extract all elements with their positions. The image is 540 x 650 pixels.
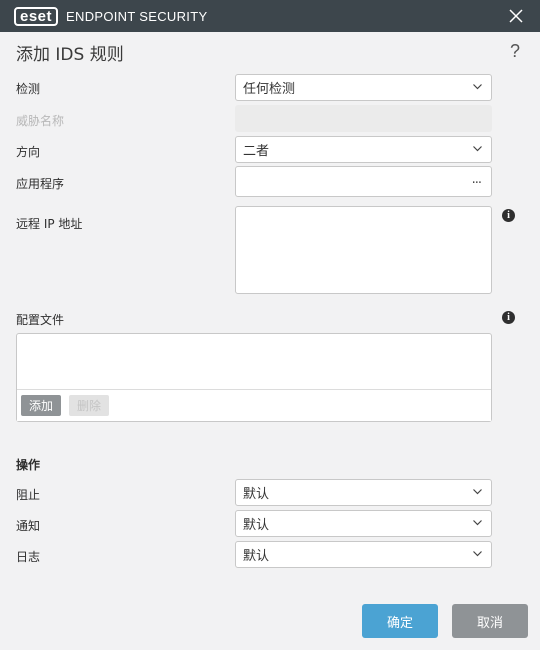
- actions-heading: 操作: [16, 458, 41, 472]
- detection-value: 任何检测: [243, 82, 296, 97]
- threat-name-label: 威胁名称: [16, 114, 65, 128]
- application-field[interactable]: ...: [235, 166, 492, 197]
- profiles-label: 配置文件: [16, 313, 65, 327]
- direction-value: 二者: [243, 144, 270, 159]
- profiles-list[interactable]: 添加 删除: [16, 333, 492, 422]
- add-profile-button[interactable]: 添加: [21, 395, 62, 416]
- app-title: ENDPOINT SECURITY: [66, 8, 208, 24]
- delete-profile-button: 删除: [69, 395, 110, 416]
- direction-label: 方向: [16, 145, 41, 159]
- eset-logo: eset: [14, 6, 59, 26]
- direction-select[interactable]: 二者: [235, 136, 492, 163]
- title-bar: eset ENDPOINT SECURITY: [0, 0, 540, 32]
- block-label: 阻止: [16, 488, 41, 502]
- application-label: 应用程序: [16, 177, 65, 191]
- dialog-title: 添加 IDS 规则: [16, 45, 124, 65]
- close-button[interactable]: [506, 6, 526, 26]
- chevron-down-icon: [473, 489, 482, 495]
- cancel-button[interactable]: 取消: [452, 604, 528, 638]
- chevron-down-icon: [473, 520, 482, 526]
- info-icon[interactable]: i: [502, 209, 515, 222]
- ok-button[interactable]: 确定: [362, 604, 438, 638]
- chevron-down-icon: [473, 146, 482, 152]
- log-label: 日志: [16, 550, 41, 564]
- detection-label: 检测: [16, 82, 41, 96]
- log-select[interactable]: 默认: [235, 541, 492, 568]
- notify-select[interactable]: 默认: [235, 510, 492, 537]
- browse-button[interactable]: ...: [472, 172, 482, 187]
- remote-ip-textarea[interactable]: [235, 206, 492, 294]
- close-icon: [509, 9, 523, 23]
- detection-select[interactable]: 任何检测: [235, 74, 492, 101]
- notify-label: 通知: [16, 519, 41, 533]
- block-value: 默认: [243, 487, 270, 502]
- block-select[interactable]: 默认: [235, 479, 492, 506]
- threat-name-field: [235, 105, 492, 132]
- profiles-toolbar: 添加 删除: [17, 389, 491, 421]
- info-icon[interactable]: i: [502, 311, 515, 324]
- chevron-down-icon: [473, 84, 482, 90]
- help-icon[interactable]: ?: [510, 41, 520, 62]
- remote-ip-label: 远程 IP 地址: [16, 217, 83, 231]
- notify-value: 默认: [243, 518, 270, 533]
- chevron-down-icon: [473, 551, 482, 557]
- log-value: 默认: [243, 549, 270, 564]
